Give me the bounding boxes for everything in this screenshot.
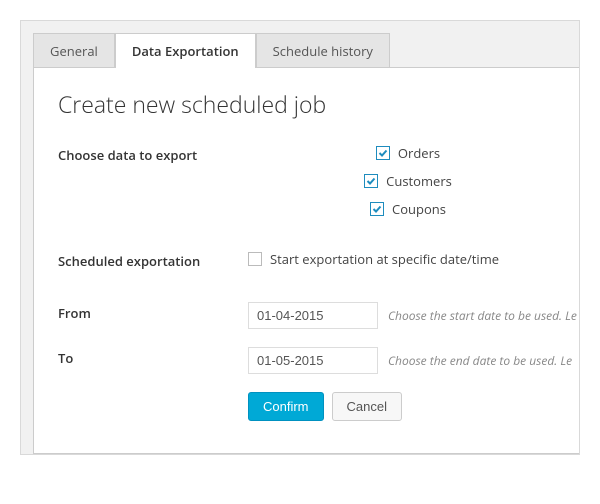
settings-panel: General Data Exportation Schedule histor… bbox=[20, 20, 580, 455]
checkbox-customers[interactable]: Customers bbox=[364, 172, 452, 190]
checkbox-icon bbox=[376, 146, 390, 160]
row-to: To Choose the end date to be used. Le bbox=[58, 347, 568, 374]
checkbox-start-specific[interactable]: Start exportation at specific date/time bbox=[248, 250, 499, 268]
tab-content: Create new scheduled job Choose data to … bbox=[33, 67, 580, 454]
checkbox-label: Start exportation at specific date/time bbox=[270, 250, 499, 268]
checkbox-orders[interactable]: Orders bbox=[376, 144, 440, 162]
tab-bar: General Data Exportation Schedule histor… bbox=[33, 33, 567, 68]
checkbox-label: Customers bbox=[386, 172, 452, 190]
checkbox-icon bbox=[364, 174, 378, 188]
checkbox-icon bbox=[370, 202, 384, 216]
cancel-button[interactable]: Cancel bbox=[332, 392, 402, 421]
from-date-input[interactable] bbox=[248, 302, 378, 329]
hint-to: Choose the end date to be used. Le bbox=[388, 352, 572, 369]
checkbox-label: Orders bbox=[398, 144, 440, 162]
confirm-button[interactable]: Confirm bbox=[248, 392, 324, 421]
label-from: From bbox=[58, 302, 248, 322]
action-buttons: Confirm Cancel bbox=[248, 392, 568, 421]
tab-schedule-history[interactable]: Schedule history bbox=[256, 33, 390, 68]
label-scheduled-exportation: Scheduled exportation bbox=[58, 250, 248, 270]
row-from: From Choose the start date to be used. L… bbox=[58, 302, 568, 329]
page-title: Create new scheduled job bbox=[58, 88, 568, 120]
label-choose-data: Choose data to export bbox=[58, 144, 248, 164]
row-choose-data: Choose data to export Orders Customers bbox=[58, 144, 568, 218]
hint-from: Choose the start date to be used. Le bbox=[388, 307, 577, 324]
row-scheduled-exportation: Scheduled exportation Start exportation … bbox=[58, 250, 568, 270]
label-to: To bbox=[58, 347, 248, 367]
tab-general[interactable]: General bbox=[33, 33, 115, 68]
to-date-input[interactable] bbox=[248, 347, 378, 374]
checkbox-label: Coupons bbox=[392, 200, 446, 218]
checkbox-coupons[interactable]: Coupons bbox=[370, 200, 446, 218]
tab-data-exportation[interactable]: Data Exportation bbox=[115, 33, 256, 68]
checkbox-icon bbox=[248, 252, 262, 266]
